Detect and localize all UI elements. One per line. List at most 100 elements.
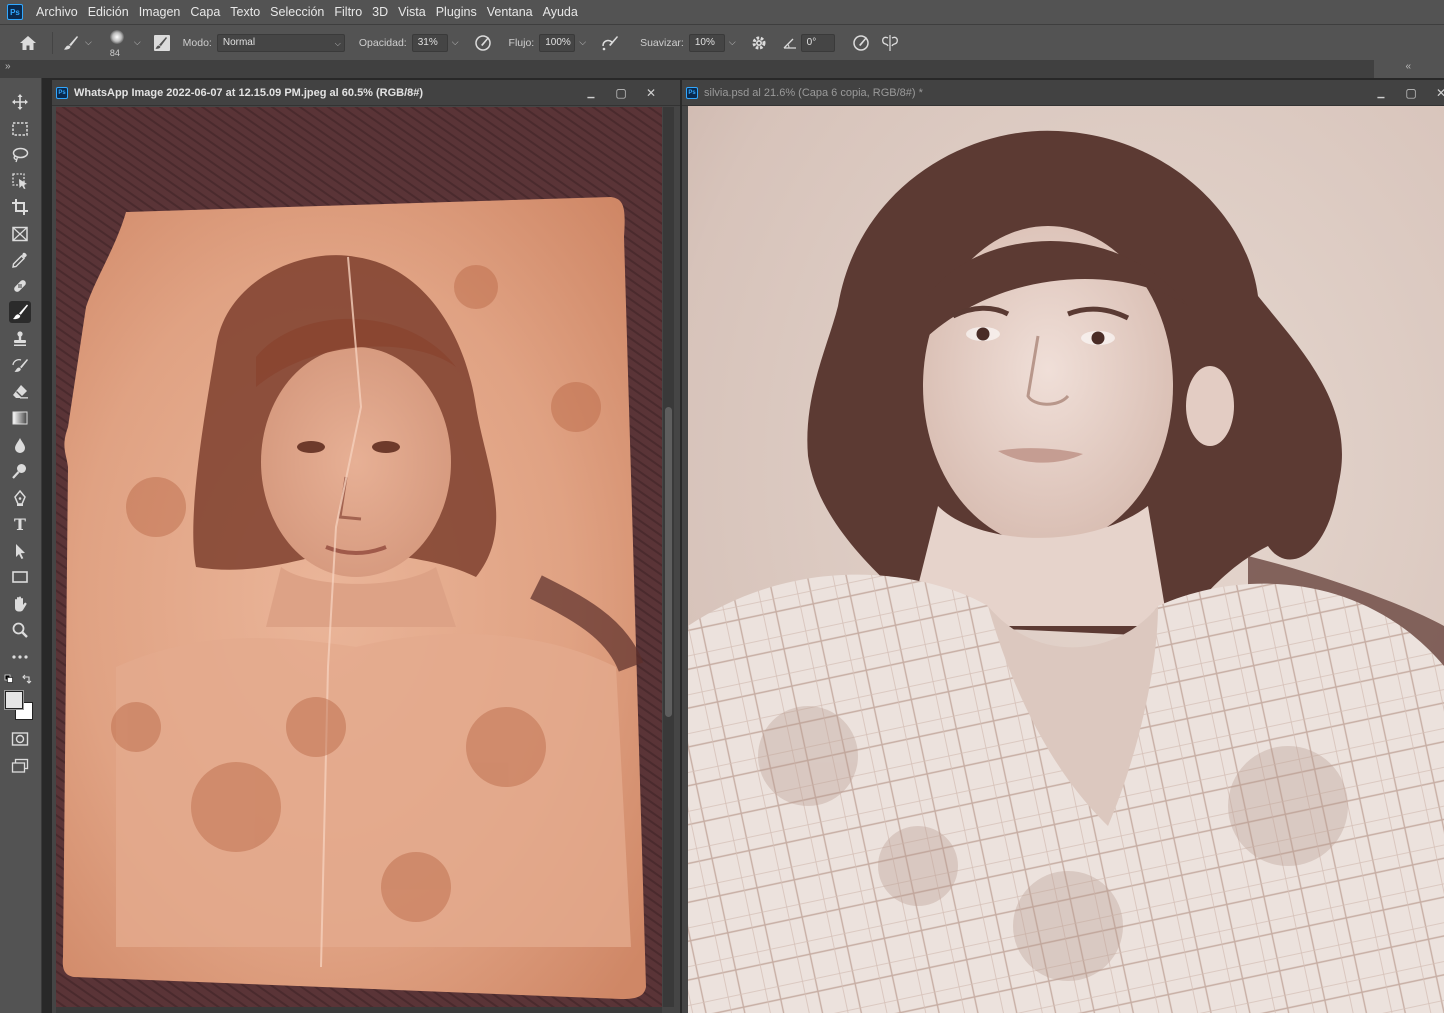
menu-seleccion[interactable]: Selección (265, 5, 329, 19)
menu-ventana[interactable]: Ventana (482, 5, 538, 19)
dodge-icon[interactable] (9, 460, 31, 482)
flow-dropdown-icon[interactable]: ⌵ (579, 37, 586, 48)
lasso-icon[interactable] (9, 144, 31, 166)
crop-icon[interactable] (9, 196, 31, 218)
menu-vista[interactable]: Vista (393, 5, 431, 19)
workspace-gap (42, 78, 52, 1013)
minimize-icon[interactable]: ▁ (1366, 88, 1396, 99)
opacity-dropdown-icon[interactable]: ⌵ (452, 37, 459, 48)
maximize-icon[interactable]: ▢ (606, 86, 636, 100)
vertical-scrollbar[interactable] (663, 107, 674, 1007)
frame-icon[interactable] (9, 223, 31, 245)
color-swatches-icon[interactable] (4, 690, 35, 721)
eraser-icon[interactable] (9, 381, 31, 403)
symmetry-icon[interactable] (879, 33, 901, 53)
ps-document-icon: Ps (686, 86, 698, 99)
close-icon[interactable]: ✕ (636, 86, 666, 100)
brush-icon[interactable] (9, 301, 31, 323)
panel-strip: » « (0, 60, 1444, 78)
zoom-icon[interactable] (9, 619, 31, 641)
menu-3d[interactable]: 3D (367, 5, 393, 19)
expand-toolbar-icon[interactable]: » (5, 61, 11, 72)
stamp-icon[interactable] (9, 328, 31, 350)
pen-icon[interactable] (9, 487, 31, 509)
pressure-size-icon[interactable] (851, 33, 871, 53)
brush-preset-icon[interactable] (61, 33, 81, 53)
document-window-original: Ps WhatsApp Image 2022-06-07 at 12.15.09… (52, 80, 680, 1013)
brush-settings-panel-icon[interactable] (153, 34, 171, 52)
type-icon[interactable]: T (9, 513, 31, 535)
smooth-input[interactable]: 10% (688, 33, 725, 52)
healing-icon[interactable] (9, 275, 31, 297)
menu-ayuda[interactable]: Ayuda (538, 5, 583, 19)
menu-plugins[interactable]: Plugins (431, 5, 482, 19)
chevron-down-icon: ⌵ (334, 38, 341, 48)
home-icon[interactable] (18, 33, 38, 53)
photoshop-logo-icon: Ps (7, 4, 23, 20)
brush-size-dropdown-icon[interactable]: ⌵ (134, 37, 141, 48)
document-title: WhatsApp Image 2022-06-07 at 12.15.09 PM… (74, 86, 424, 99)
document-tab-restored[interactable]: Ps silvia.psd al 21.6% (Capa 6 copia, RG… (682, 80, 1444, 106)
scrollbar-thumb[interactable] (665, 407, 672, 717)
tools-panel: T (0, 78, 42, 1013)
menu-imagen[interactable]: Imagen (134, 5, 186, 19)
opacity-label: Opacidad: (358, 36, 407, 49)
move-icon[interactable] (9, 91, 31, 113)
menu-edicion[interactable]: Edición (83, 5, 134, 19)
opacity-input[interactable]: 31% (411, 33, 448, 52)
ps-document-icon: Ps (56, 86, 68, 99)
smooth-label: Suavizar: (640, 36, 684, 49)
document-window-restored: Ps silvia.psd al 21.6% (Capa 6 copia, RG… (682, 80, 1444, 1013)
gear-icon[interactable] (750, 34, 768, 52)
marquee-icon[interactable] (9, 118, 31, 140)
mode-select[interactable]: Normal ⌵ (216, 33, 345, 52)
brush-preset-dropdown-icon[interactable]: ⌵ (85, 37, 92, 48)
more-icon[interactable] (9, 646, 31, 668)
collapse-panels-icon[interactable]: « (1405, 61, 1411, 72)
gradient-icon[interactable] (9, 407, 31, 429)
flow-input[interactable]: 100% (539, 33, 576, 52)
screen-mode-icon[interactable] (9, 755, 31, 777)
menu-bar: Ps Archivo Edición Imagen Capa Texto Sel… (0, 0, 1444, 24)
menu-texto[interactable]: Texto (225, 5, 265, 19)
close-icon[interactable]: ✕ (1426, 86, 1444, 100)
status-bar (56, 1007, 662, 1013)
flow-value: 100% (545, 37, 571, 48)
smooth-dropdown-icon[interactable]: ⌵ (729, 37, 736, 48)
maximize-icon[interactable]: ▢ (1396, 86, 1426, 100)
hand-icon[interactable] (9, 593, 31, 615)
angle-value: 0° (806, 37, 817, 48)
smooth-value: 10% (694, 37, 715, 48)
foreground-color-swatch[interactable] (4, 690, 24, 710)
window-controls: ▁ ▢ ✕ (576, 80, 666, 106)
blur-icon[interactable] (9, 434, 31, 456)
angle-icon (782, 35, 798, 51)
menu-capa[interactable]: Capa (185, 5, 225, 19)
object-select-icon[interactable] (9, 170, 31, 192)
path-select-icon[interactable] (9, 540, 31, 562)
flow-label: Flujo: (508, 36, 535, 49)
eyedropper-icon[interactable] (9, 249, 31, 271)
angle-input[interactable]: 0° (800, 33, 835, 52)
restored-portrait-image (688, 106, 1444, 1013)
history-brush-icon[interactable] (9, 355, 31, 377)
mode-label: Modo: (182, 36, 212, 49)
document-title: silvia.psd al 21.6% (Capa 6 copia, RGB/8… (704, 86, 923, 99)
canvas-restored[interactable] (688, 106, 1444, 1013)
window-controls: ▁ ▢ ✕ (1366, 80, 1444, 106)
brush-tip-icon (109, 29, 124, 44)
swap-colors-icon[interactable] (4, 673, 34, 685)
options-bar: ⌵ 84 ⌵ Modo: Normal ⌵ Opacidad: 31% ⌵ Fl… (0, 24, 1444, 60)
canvas-original[interactable] (56, 107, 662, 1007)
brush-size-preview[interactable]: 84 (104, 27, 130, 59)
menu-archivo[interactable]: Archivo (31, 5, 83, 19)
airbrush-icon[interactable] (600, 33, 620, 53)
rectangle-icon[interactable] (9, 566, 31, 588)
mode-value: Normal (222, 37, 256, 48)
minimize-icon[interactable]: ▁ (576, 88, 606, 99)
brush-size-value: 84 (109, 47, 120, 58)
menu-filtro[interactable]: Filtro (329, 5, 367, 19)
quick-mask-icon[interactable] (9, 728, 31, 750)
old-photo-image (56, 107, 662, 1007)
pressure-opacity-icon[interactable] (473, 33, 493, 53)
